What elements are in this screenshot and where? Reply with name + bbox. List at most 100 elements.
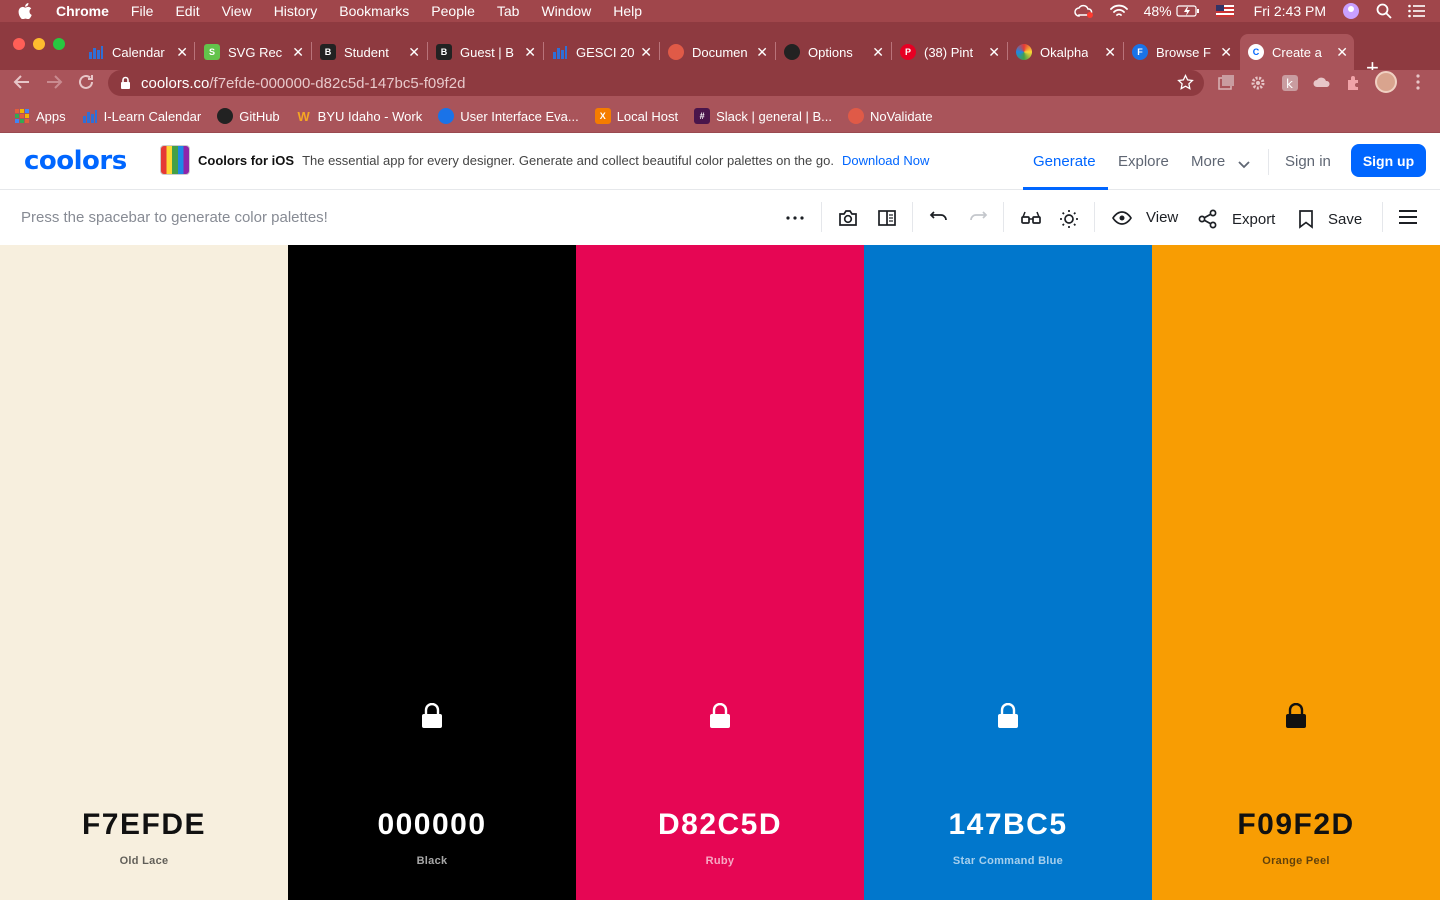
coolors-logo[interactable]: coolors — [24, 146, 127, 176]
back-arrow-icon[interactable] — [13, 73, 31, 96]
color-swatch[interactable]: D82C5D Ruby — [576, 245, 864, 900]
color-swatch[interactable]: F7EFDE Old Lace — [0, 245, 288, 900]
tab-pinterest[interactable]: P (38) Pint ✕ — [892, 34, 1006, 70]
tab-browse[interactable]: F Browse F ✕ — [1124, 34, 1238, 70]
tab-svg-rec[interactable]: S SVG Rec ✕ — [196, 34, 310, 70]
menu-view[interactable]: View — [222, 3, 252, 19]
save-button[interactable]: Save — [1298, 209, 1362, 229]
window-minimize-button[interactable] — [33, 38, 45, 50]
forward-arrow-icon[interactable] — [45, 73, 63, 96]
redo-icon[interactable] — [968, 209, 988, 227]
swatch-color-name[interactable]: Orange Peel — [1152, 855, 1440, 867]
lock-icon[interactable] — [1285, 702, 1307, 729]
notification-center-icon[interactable] — [1408, 4, 1426, 18]
lock-icon[interactable] — [421, 702, 443, 729]
tab-gesci[interactable]: GESCI 20 ✕ — [544, 34, 658, 70]
chevron-down-icon[interactable] — [1237, 157, 1251, 175]
creative-cloud-icon[interactable] — [1073, 4, 1094, 18]
menu-help[interactable]: Help — [613, 3, 642, 19]
color-swatch[interactable]: 147BC5 Star Command Blue — [864, 245, 1152, 900]
bookmark-user-interface-eval[interactable]: User Interface Eva... — [438, 108, 579, 124]
ios-promo-banner[interactable]: Coolors for iOS The essential app for ev… — [160, 145, 929, 175]
nav-more[interactable]: More — [1191, 153, 1225, 170]
bookmark-slack[interactable]: # Slack | general | B... — [694, 108, 832, 124]
extension-cloud-icon[interactable] — [1313, 74, 1331, 97]
lock-icon[interactable] — [120, 76, 131, 90]
tab-create-active[interactable]: C Create a ✕ — [1240, 34, 1354, 70]
sign-in-link[interactable]: Sign in — [1285, 153, 1331, 170]
spotlight-search-icon[interactable] — [1376, 3, 1392, 19]
hamburger-menu-icon[interactable] — [1398, 209, 1418, 225]
export-button[interactable]: Export — [1198, 209, 1275, 229]
swatch-color-name[interactable]: Star Command Blue — [864, 855, 1152, 867]
extension-screenshot-icon[interactable] — [1217, 74, 1235, 97]
profile-avatar[interactable] — [1375, 71, 1397, 93]
menu-edit[interactable]: Edit — [175, 3, 199, 19]
tab-close-icon[interactable]: ✕ — [1220, 44, 1232, 60]
tab-close-icon[interactable]: ✕ — [1104, 44, 1116, 60]
tab-close-icon[interactable]: ✕ — [756, 44, 768, 60]
tab-close-icon[interactable]: ✕ — [640, 44, 652, 60]
swatch-color-name[interactable]: Ruby — [576, 855, 864, 867]
tab-options[interactable]: Options ✕ — [776, 34, 890, 70]
tab-close-icon[interactable]: ✕ — [408, 44, 420, 60]
bookmark-byu-idaho-work[interactable]: W BYU Idaho - Work — [296, 108, 423, 124]
tab-close-icon[interactable]: ✕ — [872, 44, 884, 60]
menu-bookmarks[interactable]: Bookmarks — [339, 3, 409, 19]
bookmark-apps[interactable]: Apps — [14, 108, 66, 124]
split-view-icon[interactable] — [877, 209, 897, 227]
extension-gear-icon[interactable] — [1249, 74, 1267, 97]
tab-close-icon[interactable]: ✕ — [1336, 44, 1348, 60]
tab-close-icon[interactable]: ✕ — [292, 44, 304, 60]
extension-k-icon[interactable]: k — [1281, 74, 1299, 97]
swatch-hex[interactable]: D82C5D — [576, 808, 864, 842]
sign-up-button[interactable]: Sign up — [1351, 144, 1426, 177]
bookmark-novalidate[interactable]: NoValidate — [848, 108, 933, 124]
adjust-brightness-icon[interactable] — [1059, 209, 1079, 229]
view-button[interactable]: View — [1112, 209, 1178, 226]
tab-document[interactable]: Documen ✕ — [660, 34, 774, 70]
bookmark-star-icon[interactable] — [1177, 73, 1194, 95]
bookmark-github[interactable]: GitHub — [217, 108, 280, 124]
extensions-puzzle-icon[interactable] — [1345, 74, 1363, 97]
tab-student[interactable]: B Student ✕ — [312, 34, 426, 70]
menu-app-name[interactable]: Chrome — [56, 3, 109, 19]
nav-generate[interactable]: Generate — [1033, 153, 1096, 170]
tab-okalpha[interactable]: Okalpha ✕ — [1008, 34, 1122, 70]
lock-icon[interactable] — [997, 702, 1019, 729]
window-close-button[interactable] — [13, 38, 25, 50]
lock-icon[interactable] — [709, 702, 731, 729]
nav-explore[interactable]: Explore — [1118, 153, 1169, 170]
window-zoom-button[interactable] — [53, 38, 65, 50]
swatch-hex[interactable]: 147BC5 — [864, 808, 1152, 842]
reload-icon[interactable] — [77, 73, 95, 96]
more-options-icon[interactable] — [786, 216, 804, 220]
color-swatch[interactable]: F09F2D Orange Peel — [1152, 245, 1440, 900]
battery-charging-icon[interactable] — [1176, 5, 1200, 17]
swatch-hex[interactable]: F7EFDE — [0, 808, 288, 842]
tab-close-icon[interactable]: ✕ — [176, 44, 188, 60]
apple-icon[interactable] — [18, 2, 34, 20]
tab-close-icon[interactable]: ✕ — [524, 44, 536, 60]
menu-history[interactable]: History — [274, 3, 318, 19]
menu-file[interactable]: File — [131, 3, 154, 19]
address-bar[interactable]: coolors.co/f7efde-000000-d82c5d-147bc5-f… — [108, 70, 1204, 96]
chrome-menu-kebab-icon[interactable] — [1412, 73, 1424, 96]
us-flag-icon[interactable] — [1215, 5, 1234, 17]
swatch-color-name[interactable]: Black — [288, 855, 576, 867]
tab-calendar[interactable]: Calendar ✕ — [80, 34, 194, 70]
user-profile-icon[interactable] — [1342, 2, 1360, 20]
tab-guest[interactable]: B Guest | B ✕ — [428, 34, 542, 70]
download-now-link[interactable]: Download Now — [842, 153, 929, 168]
swatch-color-name[interactable]: Old Lace — [0, 855, 288, 867]
menu-tab[interactable]: Tab — [497, 3, 520, 19]
tab-close-icon[interactable]: ✕ — [988, 44, 1000, 60]
bookmark-local-host[interactable]: X Local Host — [594, 108, 678, 124]
swatch-hex[interactable]: 000000 — [288, 808, 576, 842]
bookmark-ilearn-calendar[interactable]: I-Learn Calendar — [82, 108, 201, 124]
undo-icon[interactable] — [929, 209, 949, 227]
menu-people[interactable]: People — [431, 3, 475, 19]
wifi-icon[interactable] — [1109, 4, 1128, 18]
menu-window[interactable]: Window — [541, 3, 591, 19]
camera-icon[interactable] — [838, 209, 858, 227]
